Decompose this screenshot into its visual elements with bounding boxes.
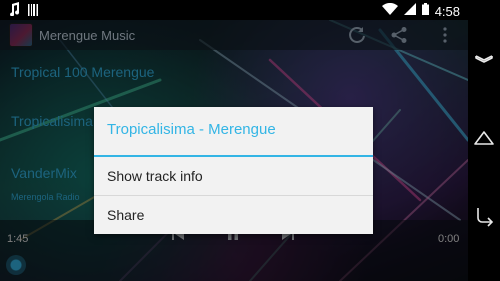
barcode-icon bbox=[28, 3, 38, 21]
option-label: Show track info bbox=[107, 168, 203, 184]
signal-icon bbox=[403, 2, 416, 20]
wifi-icon bbox=[381, 2, 398, 20]
show-track-info-option[interactable]: Show track info bbox=[94, 157, 373, 195]
option-label: Share bbox=[107, 207, 145, 223]
recent-apps-icon[interactable] bbox=[472, 204, 496, 228]
battery-icon bbox=[421, 2, 429, 20]
share-option[interactable]: Share bbox=[94, 196, 373, 234]
dialog-title: Tropicalisima - Merengue bbox=[107, 121, 276, 138]
navigation-bar bbox=[468, 0, 500, 281]
back-icon[interactable] bbox=[472, 50, 496, 74]
status-bar: 4:58 bbox=[0, 0, 468, 20]
music-note-icon bbox=[8, 2, 20, 21]
track-options-dialog: Tropicalisima - Merengue Show track info… bbox=[94, 107, 373, 234]
app-screen: Merengue Music Tropical 100 Merengue Tro… bbox=[0, 20, 468, 281]
home-icon[interactable] bbox=[472, 126, 496, 150]
status-clock: 4:58 bbox=[434, 3, 460, 19]
